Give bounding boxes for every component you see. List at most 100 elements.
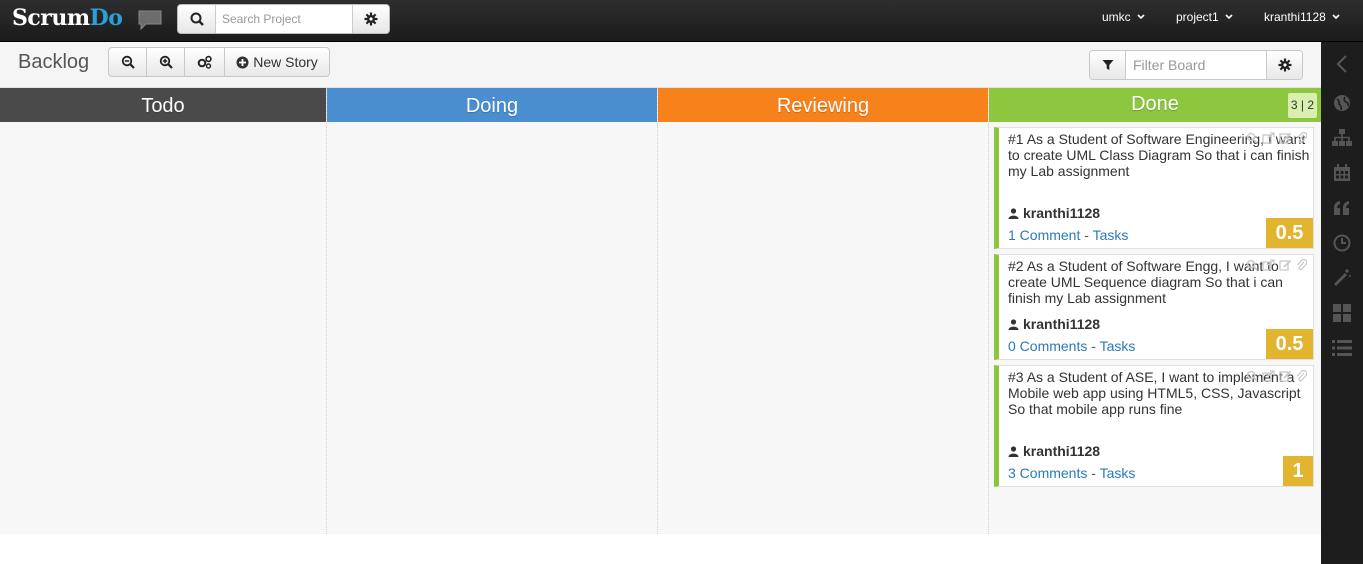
story-card[interactable]: #2 As a Student of Software Engg, I want… — [994, 254, 1314, 360]
column-header-todo[interactable]: Todo — [0, 88, 326, 122]
chevron-down-icon — [1332, 14, 1340, 20]
search-icon[interactable] — [1246, 370, 1258, 382]
assignee-name: kranthi1128 — [1023, 205, 1101, 221]
tasks-link[interactable]: Tasks — [1093, 227, 1129, 243]
search-project-input[interactable] — [216, 5, 352, 33]
story-assignee: kranthi1128 — [1008, 443, 1100, 459]
filter-icon[interactable] — [1090, 51, 1126, 79]
search-icon[interactable] — [1246, 132, 1258, 144]
zoom-in-icon — [159, 55, 173, 69]
story-assignee: kranthi1128 — [1008, 316, 1100, 332]
column-header-reviewing[interactable]: Reviewing — [658, 88, 988, 122]
comments-link[interactable]: 1 Comment — [1008, 227, 1080, 243]
chevron-left-icon[interactable] — [1332, 54, 1352, 74]
project-dropdown[interactable]: project1 — [1176, 10, 1233, 24]
sitemap-icon[interactable] — [1332, 128, 1352, 148]
org-dropdown[interactable]: umkc — [1102, 10, 1145, 24]
page-title: Backlog — [18, 51, 90, 73]
chevron-down-icon — [1137, 14, 1145, 20]
story-card[interactable]: #1 As a Student of Software Engineering,… — [994, 127, 1314, 249]
column-count-badge: 3 | 2 — [1288, 93, 1317, 118]
paperclip-icon[interactable] — [1296, 370, 1307, 382]
filter-board-group — [1089, 50, 1303, 80]
card-tools — [1246, 259, 1307, 271]
edit-icon[interactable] — [1279, 259, 1292, 271]
link-separator: - — [1091, 465, 1096, 481]
calendar-icon[interactable] — [1332, 163, 1352, 183]
kanban-board: Todo Doing Reviewing Done 3 | 2 #1 As a … — [0, 88, 1321, 534]
story-points-badge: 0.5 — [1266, 329, 1313, 359]
globe-icon[interactable] — [1332, 93, 1352, 113]
card-tools — [1246, 370, 1307, 382]
user-label: kranthi1128 — [1264, 10, 1326, 24]
card-tools — [1246, 132, 1307, 144]
share-icon[interactable] — [1262, 132, 1275, 144]
story-links: 0 Comments - Tasks — [1008, 338, 1135, 354]
column-title: Todo — [141, 95, 185, 117]
zoom-out-button[interactable] — [109, 48, 147, 76]
column-header-done[interactable]: Done 3 | 2 — [989, 88, 1321, 122]
share-icon[interactable] — [1262, 259, 1275, 271]
story-points-badge: 0.5 — [1266, 218, 1313, 248]
top-navbar: ScrumDo umkc project1 kranthi1128 — [0, 0, 1363, 42]
comments-link[interactable]: 3 Comments — [1008, 465, 1087, 481]
comments-link[interactable]: 0 Comments — [1008, 338, 1087, 354]
search-settings-gear-icon[interactable] — [352, 5, 389, 33]
board-button-group: New Story — [108, 47, 330, 77]
magic-wand-icon[interactable] — [1332, 268, 1352, 288]
link-separator: - — [1091, 338, 1096, 354]
project-search — [177, 4, 390, 34]
zoom-in-button[interactable] — [147, 48, 185, 76]
edit-icon[interactable] — [1279, 370, 1292, 382]
scrumdo-logo[interactable]: ScrumDo — [12, 5, 123, 31]
chevron-down-icon — [1225, 14, 1233, 20]
share-icon[interactable] — [1262, 370, 1275, 382]
user-icon — [1008, 445, 1019, 457]
link-separator: - — [1084, 227, 1089, 243]
plus-circle-icon — [236, 56, 249, 68]
column-title: Reviewing — [776, 95, 870, 117]
logo-text-scrum: Scrum — [12, 5, 90, 31]
logo-text-do: Do — [89, 5, 123, 31]
list-icon[interactable] — [1332, 338, 1352, 358]
search-icon[interactable] — [178, 5, 216, 33]
column-doing: Doing — [327, 88, 658, 534]
column-header-doing[interactable]: Doing — [327, 88, 657, 122]
right-sidebar — [1321, 42, 1363, 564]
story-assignee: kranthi1128 — [1008, 205, 1100, 221]
zoom-out-icon — [121, 55, 135, 69]
cogs-icon — [197, 55, 212, 69]
column-title: Doing — [465, 95, 519, 117]
quote-icon[interactable] — [1332, 198, 1352, 218]
user-icon — [1008, 318, 1019, 330]
clock-icon[interactable] — [1332, 233, 1352, 253]
paperclip-icon[interactable] — [1296, 132, 1307, 144]
board-toolbar: Backlog New Story — [0, 42, 1321, 88]
user-icon — [1008, 207, 1019, 219]
column-done: Done 3 | 2 #1 As a Student of Software E… — [989, 88, 1321, 534]
column-title: Done — [1131, 93, 1179, 115]
story-links: 3 Comments - Tasks — [1008, 465, 1135, 481]
edit-icon[interactable] — [1279, 132, 1292, 144]
story-points-badge: 1 — [1283, 456, 1313, 486]
assignee-name: kranthi1128 — [1023, 443, 1101, 459]
project-label: project1 — [1176, 10, 1219, 24]
tasks-link[interactable]: Tasks — [1100, 338, 1136, 354]
assignee-name: kranthi1128 — [1023, 316, 1101, 332]
new-story-label: New Story — [253, 54, 318, 70]
org-label: umkc — [1102, 10, 1131, 24]
tasks-link[interactable]: Tasks — [1100, 465, 1136, 481]
search-icon[interactable] — [1246, 259, 1258, 271]
board-settings-button[interactable] — [185, 48, 225, 76]
chat-bubble-icon[interactable] — [137, 9, 163, 31]
filter-board-input[interactable] — [1126, 51, 1266, 79]
story-card[interactable]: #3 As a Student of ASE, I want to implem… — [994, 365, 1314, 487]
user-dropdown[interactable]: kranthi1128 — [1264, 10, 1340, 24]
column-todo: Todo — [0, 88, 327, 534]
column-reviewing: Reviewing — [658, 88, 989, 534]
new-story-button[interactable]: New Story — [225, 48, 329, 76]
filter-settings-gear-icon[interactable] — [1266, 51, 1302, 79]
paperclip-icon[interactable] — [1296, 259, 1307, 271]
story-links: 1 Comment - Tasks — [1008, 227, 1128, 243]
dashboard-icon[interactable] — [1332, 303, 1352, 323]
